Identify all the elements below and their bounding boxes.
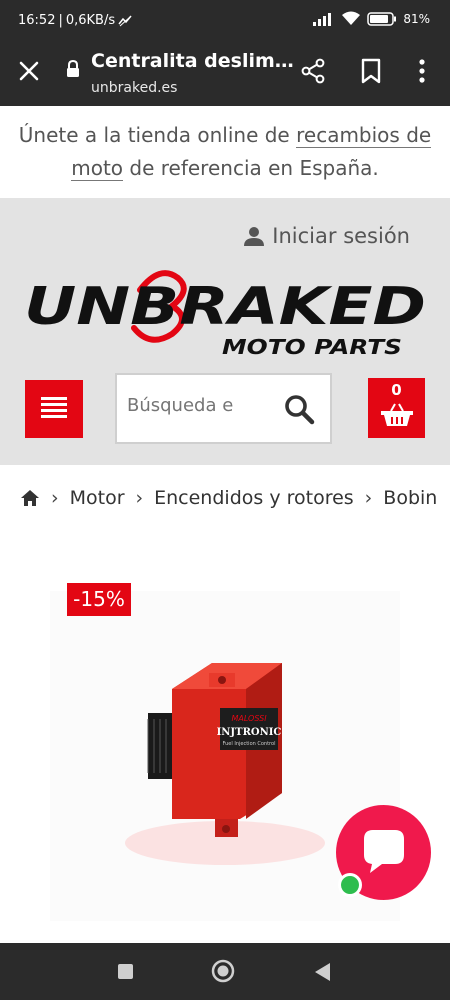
status-separator: | [58, 13, 63, 28]
status-bar: 16:52 | 0,6KB/s 81% [0, 0, 450, 40]
signal-icon [313, 12, 332, 26]
device-model-text: INJTRONIC [217, 727, 282, 738]
logo-main-text: UNBRAKED [24, 277, 426, 337]
chevron-right-icon: › [51, 487, 59, 509]
more-vert-icon[interactable] [412, 58, 432, 84]
site-logo[interactable]: UNBRAKED MOTO PARTS [22, 268, 428, 360]
login-link[interactable]: Iniciar sesión [244, 224, 410, 248]
chevron-right-icon: › [135, 487, 144, 509]
user-icon [244, 227, 265, 246]
search-input[interactable] [127, 395, 245, 416]
bookmark-icon[interactable] [360, 58, 382, 84]
page-url[interactable]: unbraked.es [91, 80, 177, 96]
search-box [115, 373, 332, 444]
cart-count: 0 [391, 381, 402, 399]
search-icon[interactable] [283, 393, 315, 425]
share-icon[interactable] [300, 58, 326, 84]
nav-home-icon[interactable] [211, 959, 235, 983]
data-saver-icon [118, 15, 132, 26]
discount-badge: -15% [67, 583, 131, 616]
status-left: 16:52 | 0,6KB/s [18, 13, 132, 28]
system-nav-bar [0, 943, 450, 1000]
breadcrumb-item[interactable]: Encendidos y rotores [154, 487, 354, 509]
menu-button[interactable] [25, 380, 83, 438]
breadcrumb-item[interactable]: Bobin [383, 487, 437, 509]
promo-link-recambios[interactable]: recambios de [296, 123, 432, 148]
hamburger-icon [41, 397, 67, 418]
battery-icon [367, 11, 397, 26]
promo-link-moto[interactable]: moto [71, 156, 124, 181]
device-brand-text: MALOSSI [231, 714, 267, 723]
cart-button[interactable]: 0 [368, 378, 425, 438]
page-title: Centralita deslim… [91, 50, 294, 72]
online-status-dot [338, 873, 362, 897]
basket-icon [381, 403, 413, 426]
logo-sub-text: MOTO PARTS [222, 335, 402, 359]
login-label: Iniciar sesión [272, 224, 410, 248]
promo-text-start: Únete a la tienda online de [18, 123, 297, 147]
chevron-right-icon: › [364, 487, 373, 509]
nav-back-icon[interactable] [312, 961, 332, 983]
nav-recents-icon[interactable] [118, 964, 133, 979]
close-icon[interactable] [16, 58, 42, 84]
device-sub-text: Fuel Injection Control [223, 741, 276, 747]
home-icon[interactable] [20, 489, 40, 507]
promo-banner: Únete a la tienda online de recambios de… [0, 106, 450, 198]
promo-text-end: de referencia en España. [123, 156, 379, 180]
status-right: 81% [313, 11, 430, 26]
breadcrumb-item[interactable]: Motor [70, 487, 125, 509]
status-network-speed: 0,6KB/s [65, 13, 116, 28]
lock-icon [67, 60, 79, 77]
site-header: Iniciar sesión UNBRAKED MOTO PARTS 0 [0, 198, 450, 465]
status-time: 16:52 [18, 13, 56, 28]
wifi-icon [342, 11, 361, 25]
battery-percent: 81% [403, 11, 430, 26]
browser-toolbar: Centralita deslim… unbraked.es [0, 40, 450, 106]
breadcrumb: › Motor › Encendidos y rotores › Bobin [0, 465, 450, 531]
